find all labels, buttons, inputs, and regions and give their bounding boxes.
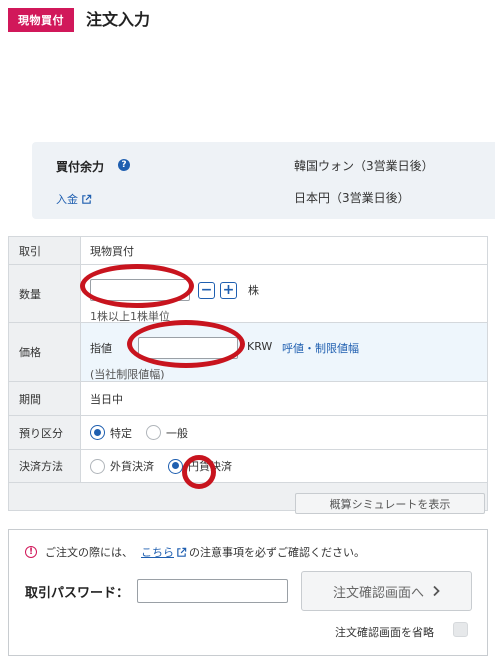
price-currency: KRW [247, 340, 273, 353]
chevron-right-icon [433, 585, 440, 597]
notice: ! ご注文の際には、 こちら の注意事項を必ずご確認ください。 [25, 544, 365, 560]
alert-icon: ! [25, 546, 37, 558]
price-label: 価格 [8, 322, 81, 382]
buying-power-panel: 買付余力 ? 入金 韓国ウォン（3営業日後） 日本円（3営業日後） [32, 142, 495, 219]
torihiki-value: 現物買付 [80, 236, 488, 265]
quantity-note: 1株以上1株単位 [90, 309, 170, 323]
settlement-foreign-radio[interactable]: 外貨決済 [90, 458, 154, 474]
quantity-label: 数量 [8, 264, 81, 323]
password-label: 取引パスワード： [25, 586, 130, 601]
simulate-button[interactable]: 概算シミュレートを表示 [295, 493, 485, 514]
radio-unselected-icon [146, 425, 161, 440]
quantity-increment-button[interactable]: + [220, 281, 237, 299]
account-tokutei-radio[interactable]: 特定 [90, 425, 132, 441]
period-value: 当日中 [80, 381, 488, 416]
skip-confirm-checkbox[interactable] [453, 622, 468, 637]
limit-order-label: 指値 [90, 342, 112, 355]
radio-selected-icon [168, 458, 183, 474]
deposit-link[interactable]: 入金 [56, 191, 92, 207]
notice-post: の注意事項を必ずご確認ください。 [189, 546, 365, 559]
order-form: 取引 現物買付 数量 − + 株 1株以上1株単位 価格 指値 KRW 呼値・制… [8, 236, 488, 511]
external-link-icon [82, 194, 92, 204]
buying-power-title: 買付余力 [56, 160, 105, 174]
account-type-label: 預り区分 [8, 415, 81, 450]
quantity-input[interactable] [90, 278, 190, 301]
price-limit-note: (当社制限値幅) [90, 368, 165, 381]
krw-balance-label: 韓国ウォン（3営業日後） [294, 159, 434, 173]
confirm-panel: ! ご注文の際には、 こちら の注意事項を必ずご確認ください。 取引パスワード：… [8, 529, 488, 656]
account-ippan-radio[interactable]: 一般 [146, 425, 188, 441]
notice-link[interactable]: こちら [141, 544, 187, 560]
page-title: 注文入力 [86, 10, 151, 29]
settlement-label: 決済方法 [8, 449, 81, 483]
account-tokutei-label: 特定 [110, 426, 132, 440]
skip-confirm-label: 注文確認画面を省略 [335, 626, 434, 639]
plus-icon: + [222, 282, 235, 298]
torihiki-label: 取引 [8, 236, 81, 265]
account-ippan-label: 一般 [166, 426, 188, 440]
deposit-link-label: 入金 [56, 193, 78, 206]
price-input[interactable] [138, 337, 238, 359]
radio-selected-icon [90, 425, 105, 440]
minus-icon: − [200, 282, 213, 298]
order-type-tag: 現物買付 [8, 8, 74, 32]
question-circle-icon[interactable]: ? [118, 159, 130, 171]
order-confirm-label: 注文確認画面へ [332, 585, 424, 601]
period-label: 期間 [8, 381, 81, 416]
quantity-decrement-button[interactable]: − [198, 281, 215, 299]
settlement-yen-label: 円貨決済 [188, 460, 232, 473]
settlement-yen-radio[interactable]: 円貨決済 [168, 458, 232, 474]
quantity-unit: 株 [248, 283, 259, 297]
jpy-balance-label: 日本円（3営業日後） [294, 191, 410, 205]
notice-pre: ご注文の際には、 [45, 546, 133, 559]
order-confirm-button[interactable]: 注文確認画面へ [301, 571, 472, 611]
radio-unselected-icon [90, 458, 105, 474]
password-input[interactable] [137, 579, 288, 603]
notice-link-label: こちら [141, 546, 174, 559]
settlement-foreign-label: 外貨決済 [110, 460, 154, 473]
external-link-icon [177, 547, 187, 557]
tick-size-link[interactable]: 呼値・制限値幅 [282, 340, 359, 356]
